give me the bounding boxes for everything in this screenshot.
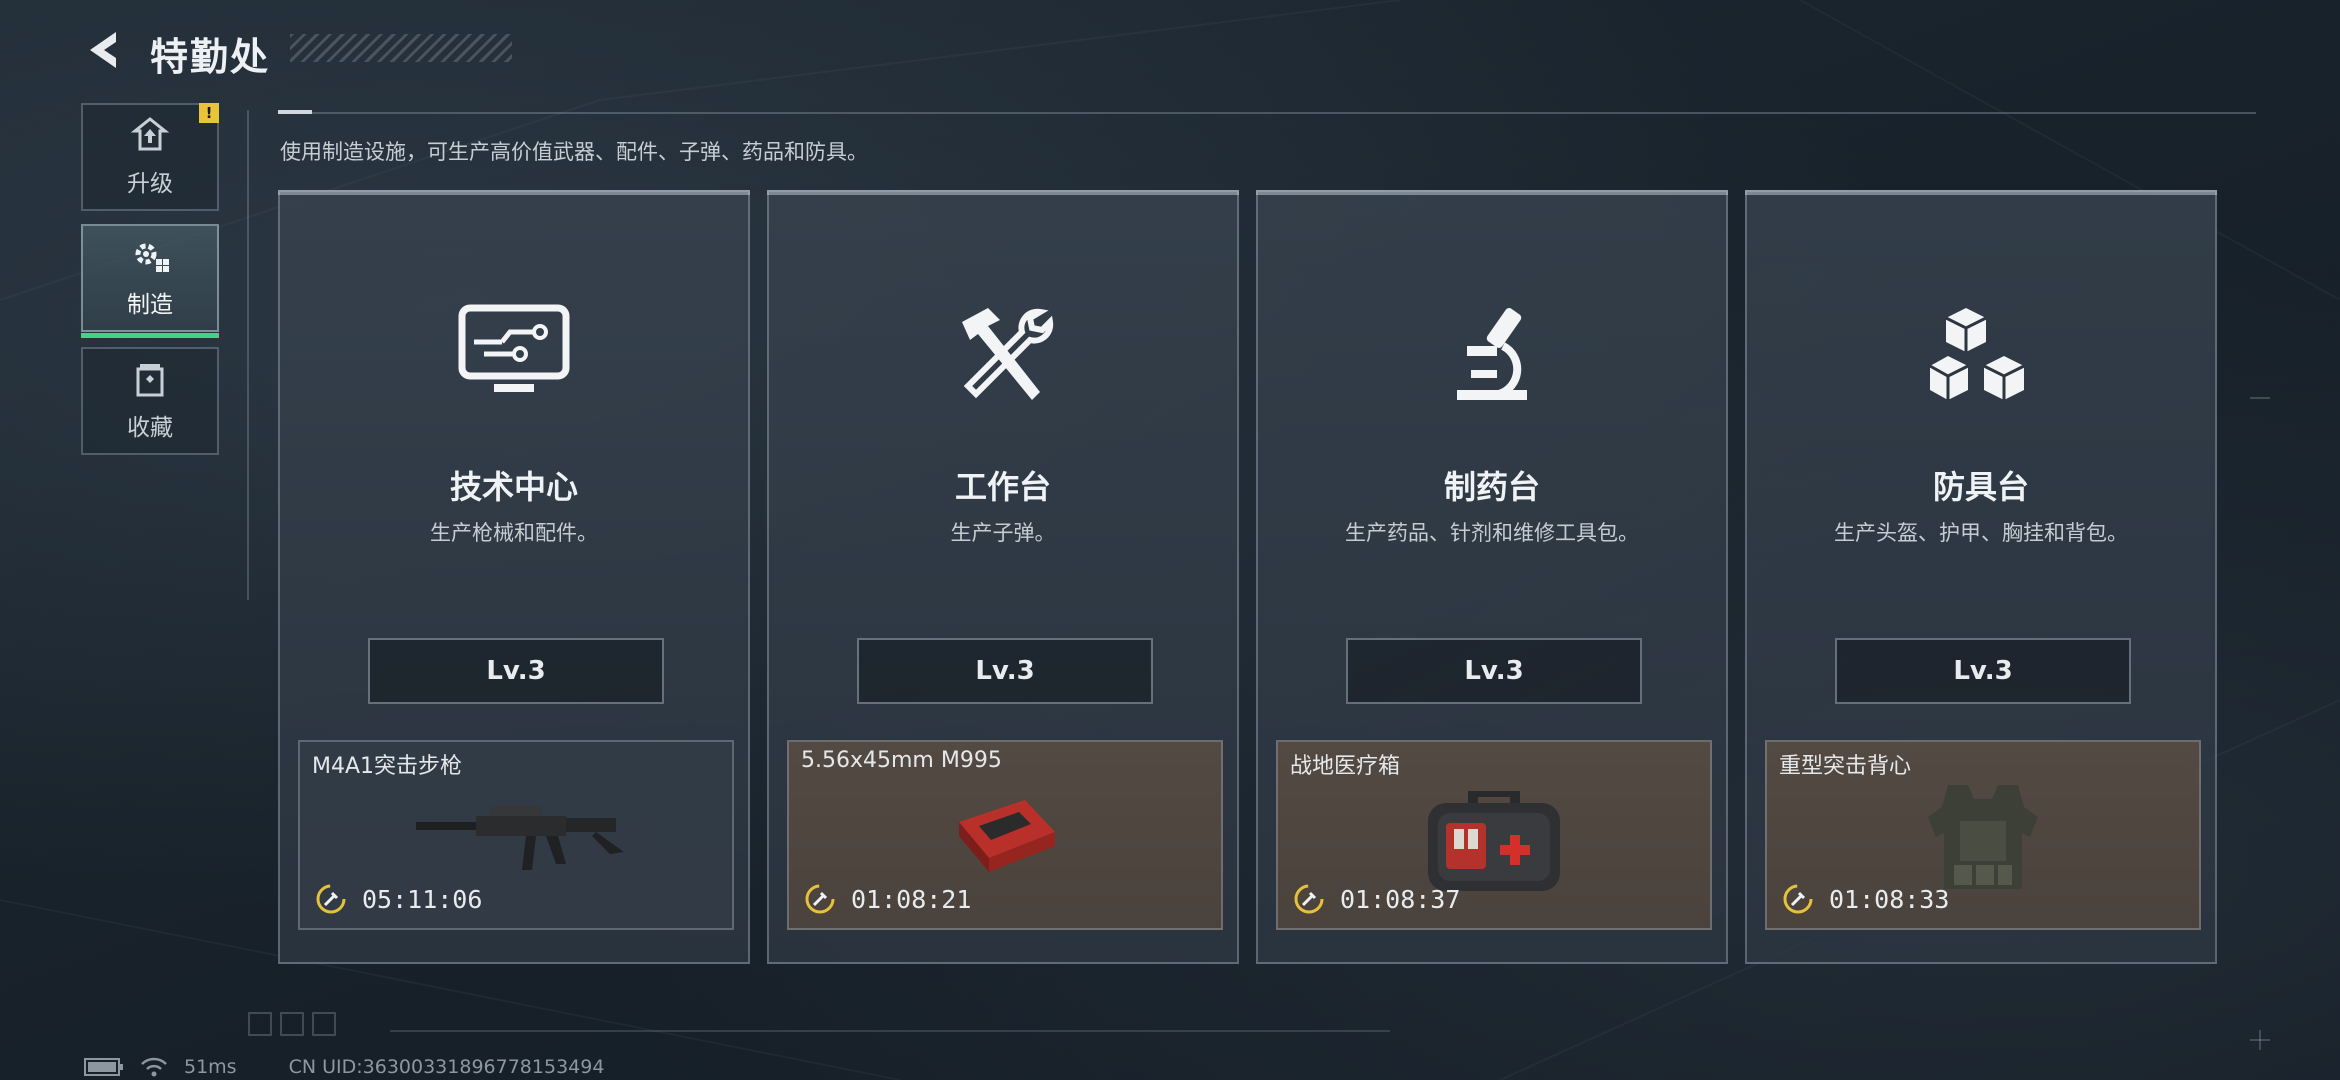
rifle-image xyxy=(416,806,624,870)
battery-icon xyxy=(84,1058,123,1076)
station-card-armor[interactable]: 防具台 生产头盔、护甲、胸挂和背包。 Lv.3 重型突击背心 01:08:33 xyxy=(1745,190,2217,964)
sidebar-item-label: 升级 xyxy=(127,171,173,197)
ping-value: 51ms xyxy=(184,1056,237,1078)
station-level-button[interactable]: Lv.3 xyxy=(857,638,1153,704)
timer-wrench-icon xyxy=(316,884,346,914)
hammer-wrench-icon xyxy=(962,308,1054,400)
bottom-decoration xyxy=(248,1012,336,1036)
station-name: 防具台 xyxy=(1932,468,2029,506)
station-subtitle: 生产枪械和配件。 xyxy=(430,521,598,545)
sidebar-divider xyxy=(247,110,249,600)
armor-vest-image xyxy=(1928,785,2038,889)
warning-badge: ! xyxy=(199,103,219,123)
station-name: 技术中心 xyxy=(449,468,578,506)
station-card-pharmacy[interactable]: 制药台 生产药品、针剂和维修工具包。 Lv.3 战地医疗箱 01:08:37 xyxy=(1256,190,1728,964)
production-timer: 01:08:33 xyxy=(1829,884,1950,914)
top-divider-accent xyxy=(278,110,312,114)
top-divider xyxy=(278,112,2256,114)
production-timer: 01:08:21 xyxy=(851,884,972,914)
production-timer: 05:11:06 xyxy=(362,884,483,914)
microscope-icon xyxy=(1457,308,1527,400)
collection-icon xyxy=(136,364,164,397)
status-bar: 51ms CN UID:36300331896778153494 xyxy=(84,1056,604,1078)
sidebar-item-crafting[interactable]: 制造 xyxy=(81,224,219,338)
production-slot[interactable]: 战地医疗箱 01:08:37 xyxy=(1276,740,1712,930)
sidebar-item-collection[interactable]: 收藏 xyxy=(81,347,219,455)
sidebar-item-upgrade[interactable]: ! 升级 xyxy=(81,103,219,211)
back-button[interactable] xyxy=(78,24,130,76)
product-name: 5.56x45mm M995 xyxy=(801,748,1002,773)
timer-wrench-icon xyxy=(1783,884,1813,914)
station-name: 工作台 xyxy=(954,468,1051,506)
station-name: 制药台 xyxy=(1443,468,1540,506)
station-card-tech-center[interactable]: 技术中心 生产枪械和配件。 Lv.3 M4A1突击步枪 05:11:06 xyxy=(278,190,750,964)
bottom-divider xyxy=(390,1030,1390,1032)
sidebar-item-label: 制造 xyxy=(127,292,173,318)
page-description: 使用制造设施，可生产高价值武器、配件、子弹、药品和防具。 xyxy=(280,140,868,164)
station-card-workbench[interactable]: 工作台 生产子弹。 Lv.3 5.56x45mm M995 01:08:21 xyxy=(767,190,1239,964)
cubes-icon xyxy=(1929,308,2025,400)
timer-wrench-icon xyxy=(1294,884,1324,914)
monitor-circuit-icon xyxy=(458,304,570,392)
station-level-button[interactable]: Lv.3 xyxy=(1835,638,2131,704)
station-subtitle: 生产子弹。 xyxy=(950,521,1056,545)
production-slot[interactable]: 5.56x45mm M995 01:08:21 xyxy=(787,740,1223,930)
wifi-icon xyxy=(141,1057,167,1077)
station-level-button[interactable]: Lv.3 xyxy=(1346,638,1642,704)
product-name: M4A1突击步枪 xyxy=(312,754,463,779)
station-level-button[interactable]: Lv.3 xyxy=(368,638,664,704)
product-name: 重型突击背心 xyxy=(1779,754,1912,779)
production-timer: 01:08:37 xyxy=(1340,884,1461,914)
production-slot[interactable]: M4A1突击步枪 05:11:06 xyxy=(298,740,734,930)
timer-wrench-icon xyxy=(805,884,835,914)
medkit-image xyxy=(1428,791,1560,891)
back-arrow-icon xyxy=(90,32,116,68)
crafting-gear-icon xyxy=(135,243,169,272)
sidebar-item-label: 收藏 xyxy=(127,415,173,441)
user-uid: CN UID:36300331896778153494 xyxy=(288,1056,605,1078)
page-title: 特勤处 xyxy=(150,35,271,79)
upgrade-icon xyxy=(130,117,170,151)
station-subtitle: 生产头盔、护甲、胸挂和背包。 xyxy=(1834,521,2128,545)
production-slot[interactable]: 重型突击背心 01:08:33 xyxy=(1765,740,2201,930)
ammo-box-image xyxy=(959,800,1055,872)
product-name: 战地医疗箱 xyxy=(1290,754,1401,779)
title-decoration xyxy=(290,34,512,62)
station-subtitle: 生产药品、针剂和维修工具包。 xyxy=(1345,521,1639,545)
